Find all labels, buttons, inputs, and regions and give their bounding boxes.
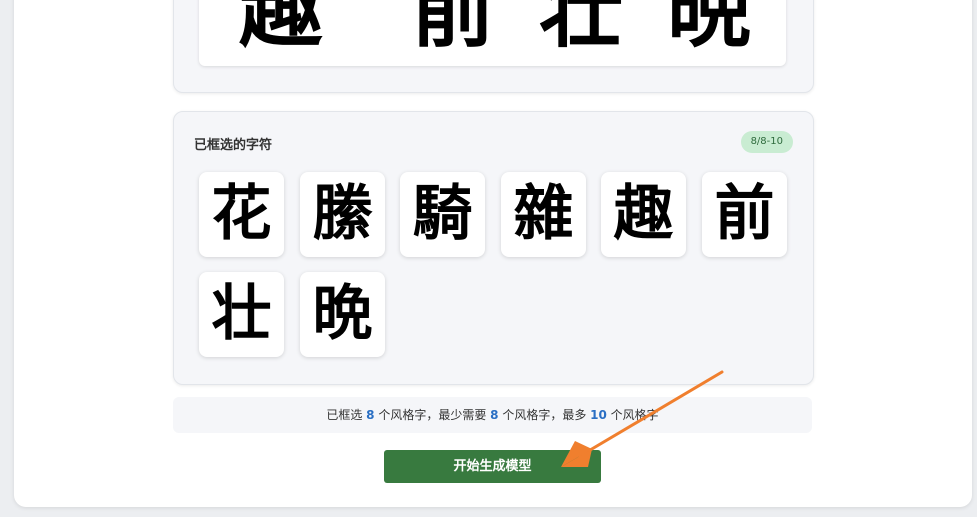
character-glyph: 縢 (313, 179, 374, 249)
preview-glyph-2: 前 (411, 0, 495, 59)
character-tile[interactable]: 晩 (300, 272, 385, 357)
selected-characters-panel: 已框选的字符 8/8-10 花 縢 騎 雜 趣 前 壮 晩 (173, 111, 814, 385)
character-glyph: 壮 (212, 279, 272, 349)
max-count: 10 (590, 408, 607, 422)
character-tile[interactable]: 雜 (501, 172, 586, 257)
preview-glyph-4: 晩 (667, 0, 751, 59)
info-middle-2: 个风格字，最多 (498, 408, 591, 422)
character-tile[interactable]: 縢 (300, 172, 385, 257)
info-middle-1: 个风格字，最少需要 (374, 408, 491, 422)
preview-panel: 趣 前 壮 晩 (173, 0, 814, 93)
character-glyph: 騎 (413, 179, 473, 249)
preview-strip: 趣 前 壮 晩 (199, 0, 786, 66)
character-tile[interactable]: 趣 (601, 172, 686, 257)
character-glyph: 雜 (514, 179, 574, 249)
selection-info-bar: 已框选 8 个风格字，最少需要 8 个风格字，最多 10 个风格字 (173, 397, 812, 433)
info-prefix: 已框选 (326, 408, 367, 422)
preview-glyph-1: 趣 (239, 0, 323, 59)
info-suffix: 个风格字 (606, 408, 659, 422)
character-glyph: 花 (212, 179, 272, 249)
selected-count: 8 (366, 408, 375, 422)
character-tile[interactable]: 花 (199, 172, 284, 257)
panel-title: 已框选的字符 (194, 138, 273, 153)
character-tile[interactable]: 壮 (199, 272, 284, 357)
character-tile[interactable]: 騎 (400, 172, 485, 257)
preview-glyphs: 趣 前 壮 晩 (239, 0, 751, 59)
character-glyph: 前 (715, 179, 775, 249)
character-glyph: 趣 (614, 179, 674, 249)
start-generate-model-button[interactable]: 开始生成模型 (384, 450, 601, 483)
character-tile[interactable]: 前 (702, 172, 787, 257)
min-count: 8 (490, 408, 499, 422)
preview-glyph-3: 壮 (539, 0, 623, 59)
character-glyph: 晩 (313, 279, 373, 349)
count-badge: 8/8-10 (740, 131, 793, 153)
